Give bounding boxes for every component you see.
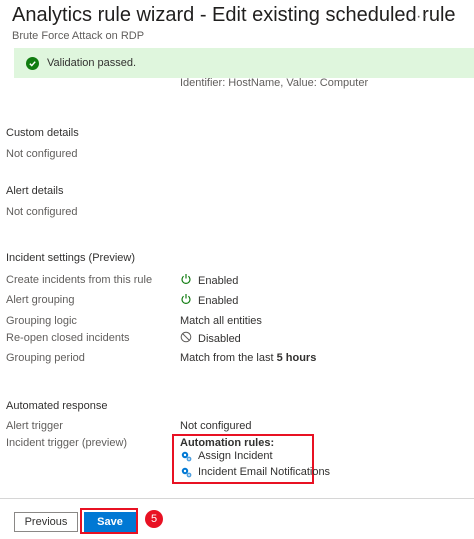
alert-details-value: Not configured [6, 206, 78, 218]
custom-details-value: Not configured [6, 148, 78, 160]
page-title: Analytics rule wizard - Edit existing sc… [12, 4, 456, 26]
more-options-icon[interactable]: ··· [416, 8, 435, 26]
create-incidents-label: Create incidents from this rule [6, 274, 153, 286]
power-icon [180, 273, 192, 288]
incident-trigger-label: Incident trigger (preview) [6, 437, 128, 449]
entity-identifier-row: Identifier: HostName, Value: Computer [180, 77, 369, 89]
automation-gear-icon [180, 466, 192, 478]
grouping-period-duration: 5 hours [276, 352, 317, 364]
previous-button[interactable]: Previous [14, 512, 78, 532]
grouping-logic-value: Match all entities [180, 315, 262, 327]
automation-rule-label: Assign Incident [198, 450, 273, 462]
automated-response-heading: Automated response [6, 400, 108, 412]
power-icon [180, 293, 192, 308]
step-badge: 5 [145, 510, 163, 528]
custom-details-heading: Custom details [6, 127, 79, 139]
alert-grouping-label: Alert grouping [6, 294, 75, 306]
grouping-logic-label: Grouping logic [6, 315, 77, 327]
alert-grouping-value: Enabled [180, 293, 238, 308]
reopen-incidents-value: Disabled [180, 331, 241, 346]
footer-divider [0, 498, 474, 499]
alert-details-heading: Alert details [6, 185, 64, 197]
save-button[interactable]: Save [84, 512, 136, 532]
alert-trigger-value: Not configured [180, 420, 252, 432]
alert-grouping-status: Enabled [198, 294, 239, 307]
grouping-period-value: Match from the last 5 hours [180, 352, 316, 364]
automation-rules-heading: Automation rules: [180, 437, 275, 449]
disabled-icon [180, 331, 192, 346]
create-incidents-value: Enabled [180, 273, 238, 288]
grouping-period-prefix: Match from the last [180, 352, 277, 364]
validation-message: Validation passed. [47, 57, 137, 69]
automation-rule-label: Incident Email Notifications [198, 466, 331, 478]
automation-gear-icon [180, 450, 192, 462]
automation-rule-item[interactable]: Incident Email Notifications [180, 466, 330, 478]
incident-settings-heading: Incident settings (Preview) [6, 252, 135, 264]
check-circle-icon [26, 56, 39, 70]
validation-banner: Validation passed. [14, 48, 474, 78]
automation-rule-item[interactable]: Assign Incident [180, 450, 273, 462]
create-incidents-status: Enabled [198, 274, 239, 287]
reopen-incidents-status: Disabled [198, 332, 241, 345]
reopen-incidents-label: Re-open closed incidents [6, 332, 130, 344]
grouping-period-label: Grouping period [6, 352, 85, 364]
page-subtitle: Brute Force Attack on RDP [12, 30, 145, 42]
alert-trigger-label: Alert trigger [6, 420, 63, 432]
